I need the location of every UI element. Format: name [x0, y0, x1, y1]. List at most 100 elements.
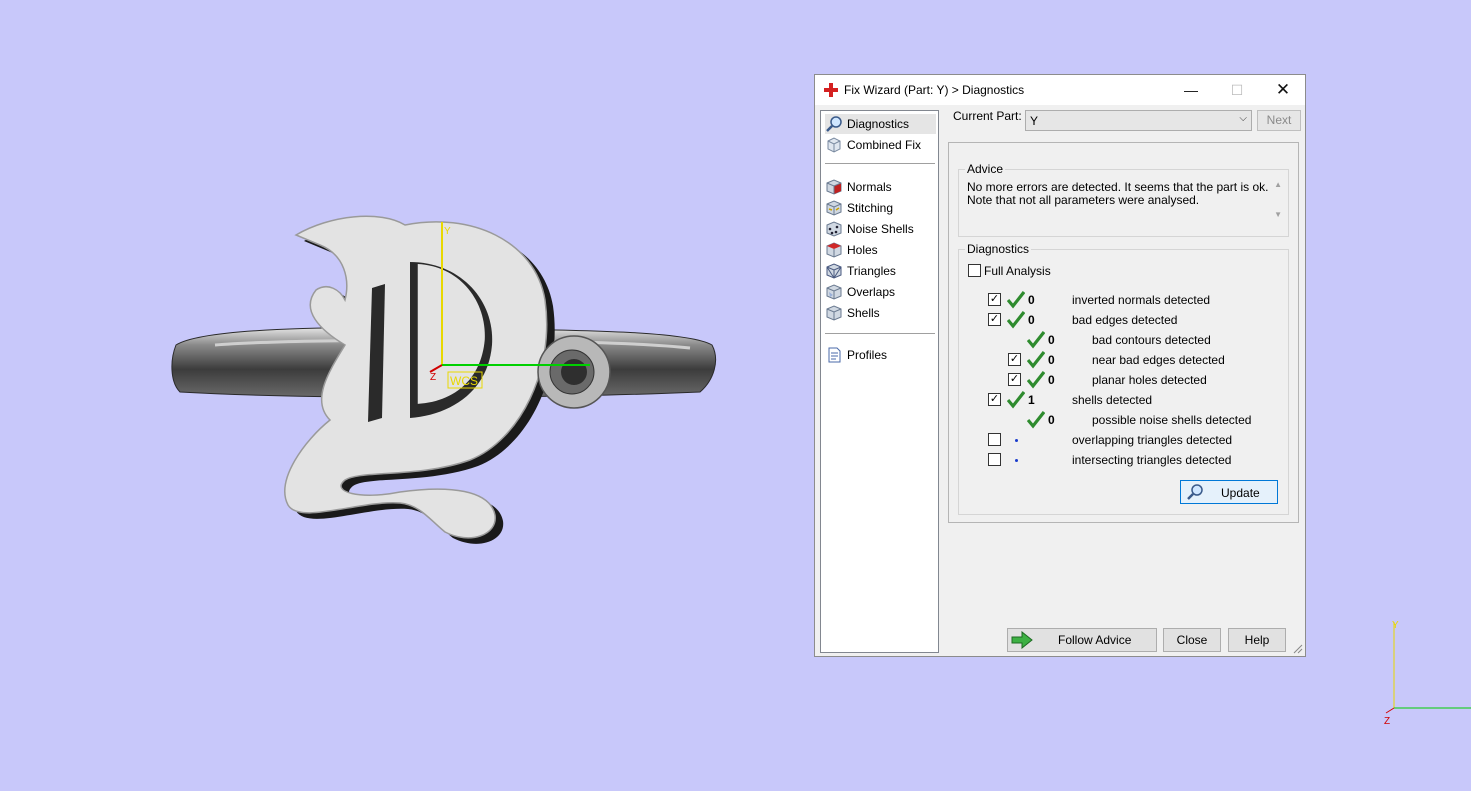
corner-axis-y-label: Y — [1392, 620, 1399, 631]
ring-tube-hole — [561, 359, 587, 385]
shells-cube-icon — [826, 305, 842, 321]
axis-z-label: Z — [430, 372, 436, 383]
dialog-title: Fix Wizard (Part: Y) > Diagnostics — [844, 83, 1025, 97]
nav-separator — [825, 163, 935, 164]
inverted-normals-count: 0 — [1028, 293, 1035, 307]
overlaps-cube-icon — [826, 284, 842, 300]
wcs-label: WCS — [450, 374, 478, 388]
help-button[interactable]: Help — [1228, 628, 1286, 652]
intersecting-triangles-checkbox[interactable] — [988, 453, 1001, 466]
nav-item-profiles[interactable]: Profiles — [825, 345, 936, 365]
bad-edges-checkbox[interactable]: ✓ — [988, 313, 1001, 326]
green-check-icon — [1027, 371, 1045, 389]
inverted-normals-checkbox[interactable]: ✓ — [988, 293, 1001, 306]
nav-separator — [825, 333, 935, 334]
advice-title: Advice — [965, 162, 1006, 176]
green-arrow-icon — [1011, 631, 1033, 649]
magnifier-icon — [1187, 484, 1203, 500]
intersecting-triangles-label: intersecting triangles detected — [1072, 453, 1232, 467]
bad-edges-count: 0 — [1028, 313, 1035, 327]
nav-item-holes[interactable]: Holes — [825, 240, 936, 260]
near-bad-edges-label: near bad edges detected — [1092, 353, 1225, 367]
update-button-label: Update — [1221, 486, 1260, 500]
nav-item-label: Stitching — [847, 201, 894, 215]
diagnostics-title: Diagnostics — [965, 242, 1032, 256]
update-button[interactable]: Update — [1180, 480, 1278, 504]
combined-fix-icon — [827, 137, 841, 153]
nav-item-normals[interactable]: Normals — [825, 177, 936, 197]
follow-advice-button[interactable]: Follow Advice — [1007, 628, 1157, 652]
bad-contours-count: 0 — [1048, 333, 1055, 347]
scroll-down-arrow-icon[interactable]: ▼ — [1274, 210, 1282, 219]
nav-item-label: Diagnostics — [847, 117, 910, 131]
nav-item-overlaps[interactable]: Overlaps — [825, 282, 936, 302]
chevron-down-icon: ⌵ — [1239, 113, 1247, 124]
noise-shells-label: possible noise shells detected — [1092, 413, 1252, 427]
planar-holes-label: planar holes detected — [1092, 373, 1207, 387]
noise-shells-count: 0 — [1048, 413, 1055, 427]
axis-y-label: Y — [444, 226, 451, 237]
current-part-label: Current Part: — [953, 109, 1022, 123]
near-bad-edges-checkbox[interactable]: ✓ — [1008, 353, 1021, 366]
shells-count: 1 — [1028, 393, 1035, 407]
bad-contours-label: bad contours detected — [1092, 333, 1211, 347]
next-button[interactable]: Next — [1257, 110, 1301, 131]
ring-model[interactable] — [171, 215, 716, 544]
inverted-normals-label: inverted normals detected — [1072, 293, 1211, 307]
overlapping-triangles-checkbox[interactable] — [988, 433, 1001, 446]
profiles-document-icon — [828, 347, 841, 363]
normals-cube-icon — [826, 179, 842, 195]
stitching-cube-icon — [826, 200, 842, 216]
title-bar[interactable]: Fix Wizard (Part: Y) > Diagnostics — ☐ ✕ — [815, 75, 1305, 105]
follow-advice-label: Follow Advice — [1058, 633, 1132, 647]
close-window-button[interactable]: ✕ — [1260, 75, 1306, 105]
nav-item-label: Profiles — [847, 348, 888, 362]
green-check-icon — [1007, 311, 1025, 329]
planar-holes-count: 0 — [1048, 373, 1055, 387]
shells-checkbox[interactable]: ✓ — [988, 393, 1001, 406]
nav-item-label: Combined Fix — [847, 138, 922, 152]
magnifier-icon — [826, 116, 842, 132]
green-check-icon — [1027, 351, 1045, 369]
full-analysis-checkbox[interactable] — [968, 264, 981, 277]
resize-grip-icon[interactable] — [1293, 644, 1303, 654]
holes-cube-icon — [826, 242, 842, 258]
close-button[interactable]: Close — [1163, 628, 1221, 652]
diagnostics-panel: Advice No more errors are detected. It s… — [948, 142, 1299, 523]
nav-item-label: Noise Shells — [847, 222, 914, 236]
nav-item-diagnostics[interactable]: Diagnostics — [825, 114, 936, 134]
fix-wizard-dialog[interactable]: Fix Wizard (Part: Y) > Diagnostics — ☐ ✕… — [814, 74, 1306, 657]
nav-item-label: Normals — [847, 180, 892, 194]
nav-item-label: Triangles — [847, 264, 896, 278]
current-part-value: Y — [1030, 114, 1039, 128]
shells-label: shells detected — [1072, 393, 1153, 407]
minimize-button[interactable]: — — [1168, 75, 1214, 105]
nav-item-label: Overlaps — [847, 285, 896, 299]
nav-item-triangles[interactable]: Triangles — [825, 261, 936, 281]
green-check-icon — [1007, 391, 1025, 409]
overlapping-triangles-label: overlapping triangles detected — [1072, 433, 1233, 447]
current-part-select[interactable]: Y ⌵ — [1025, 110, 1252, 131]
noise-shells-cube-icon — [826, 221, 842, 237]
triangles-cube-icon — [826, 263, 842, 279]
nav-item-label: Holes — [847, 243, 878, 257]
scroll-up-arrow-icon[interactable]: ▲ — [1274, 180, 1282, 189]
corner-axis-z-label: Z — [1384, 716, 1390, 727]
red-cross-icon — [824, 83, 838, 97]
advice-text: No more errors are detected. It seems th… — [967, 181, 1279, 221]
maximize-button[interactable]: ☐ — [1214, 75, 1260, 105]
diagnostics-group: Diagnostics Full Analysis ✓ 0 inverted n… — [958, 242, 1289, 515]
pending-dot-icon — [1015, 459, 1018, 462]
pending-dot-icon — [1015, 439, 1018, 442]
fix-wizard-nav: Diagnostics Combined Fix Normals Stitchi… — [820, 110, 939, 653]
green-check-icon — [1027, 411, 1045, 429]
planar-holes-checkbox[interactable]: ✓ — [1008, 373, 1021, 386]
nav-item-combined-fix[interactable]: Combined Fix — [825, 135, 936, 155]
nav-item-stitching[interactable]: Stitching — [825, 198, 936, 218]
full-analysis-label: Full Analysis — [984, 264, 1051, 278]
green-check-icon — [1027, 331, 1045, 349]
nav-item-shells[interactable]: Shells — [825, 303, 936, 323]
near-bad-edges-count: 0 — [1048, 353, 1055, 367]
nav-item-noise-shells[interactable]: Noise Shells — [825, 219, 936, 239]
green-check-icon — [1007, 291, 1025, 309]
